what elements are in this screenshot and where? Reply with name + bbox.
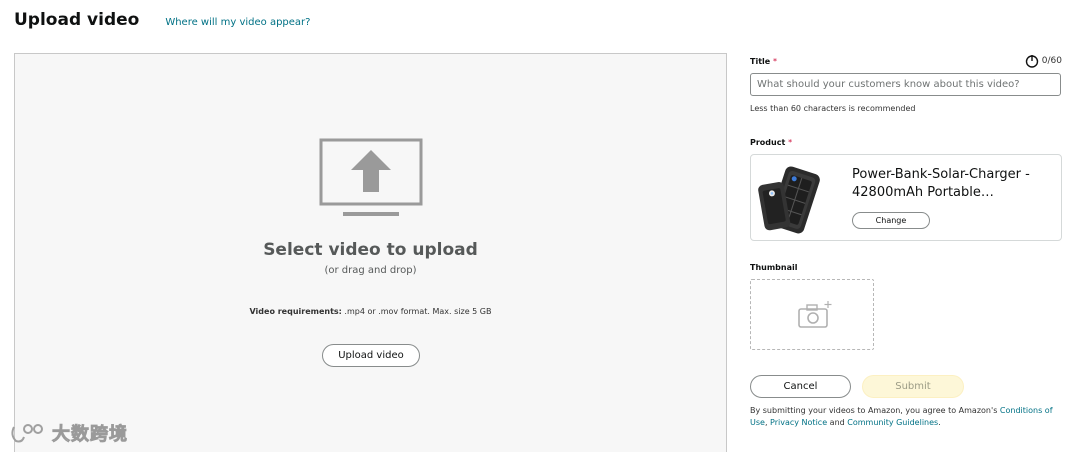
dropzone-subtitle: (or drag and drop) [324, 265, 417, 276]
video-requirements: Video requirements: .mp4 or .mov format.… [15, 307, 726, 316]
title-hint: Less than 60 characters is recommended [750, 104, 916, 113]
video-placement-help-link[interactable]: Where will my video appear? [165, 17, 310, 28]
upload-video-button[interactable]: Upload video [322, 344, 420, 367]
required-asterisk: * [788, 138, 793, 147]
terms-separator: and [827, 418, 848, 427]
page-title: Upload video [14, 10, 140, 30]
selected-product-card: Power-Bank-Solar-Charger - 42800mAh Port… [750, 154, 1062, 241]
privacy-notice-link[interactable]: Privacy Notice [770, 418, 827, 427]
video-requirements-label: Video requirements: [249, 307, 342, 316]
thumbnail-label: Thumbnail [750, 263, 798, 272]
product-label-text: Product [750, 138, 786, 147]
product-name: Power-Bank-Solar-Charger - 42800mAh Port… [852, 167, 1030, 200]
title-character-counter: 0/60 [1025, 54, 1062, 68]
watermark-logo-icon [11, 424, 43, 443]
terms-notice: By submitting your videos to Amazon, you… [750, 405, 1062, 429]
thumbnail-upload-area[interactable] [750, 279, 874, 350]
video-requirements-text: .mp4 or .mov format. Max. size 5 GB [341, 307, 492, 316]
community-guidelines-link[interactable]: Community Guidelines [847, 418, 938, 427]
title-label: Title * [750, 57, 777, 66]
page-header: Upload video Where will my video appear? [14, 10, 310, 34]
watermark-text: 大数跨境 [52, 424, 128, 446]
monitor-upload-icon [319, 138, 423, 216]
camera-plus-icon [798, 301, 832, 328]
title-label-text: Title [750, 57, 771, 66]
change-product-button[interactable]: Change [852, 212, 930, 229]
dropzone-title: Select video to upload [263, 240, 478, 260]
watermark: 大数跨境 [8, 421, 128, 445]
title-input[interactable] [750, 73, 1061, 96]
terms-prefix: By submitting your videos to Amazon, you… [750, 406, 1000, 415]
required-asterisk: * [773, 57, 777, 66]
terms-end: . [938, 418, 941, 427]
power-circle-icon [1025, 55, 1038, 68]
counter-value: 0/60 [1041, 56, 1062, 66]
video-dropzone[interactable]: Select video to upload (or drag and drop… [14, 53, 727, 452]
cancel-button[interactable]: Cancel [750, 375, 851, 398]
product-label: Product * [750, 138, 792, 147]
product-image [758, 166, 820, 234]
submit-button[interactable]: Submit [862, 375, 964, 398]
